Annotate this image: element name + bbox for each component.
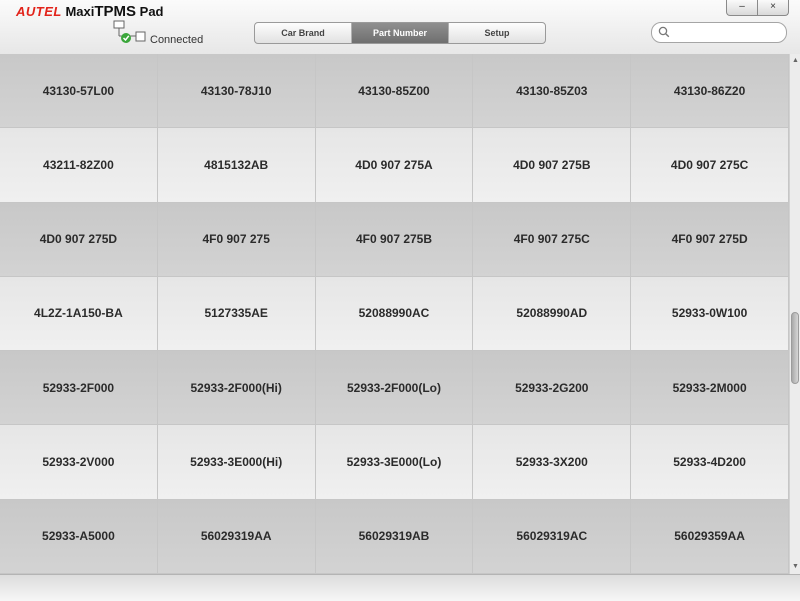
part-cell[interactable]: 52933-2F000(Lo) bbox=[315, 351, 474, 426]
product-bold: TPMS bbox=[94, 3, 137, 20]
part-cell[interactable]: 4F0 907 275B bbox=[315, 202, 474, 277]
minimize-button[interactable]: – bbox=[726, 0, 758, 16]
tab-setup[interactable]: Setup bbox=[449, 23, 545, 43]
part-cell[interactable]: 43130-57L00 bbox=[0, 54, 158, 129]
part-cell[interactable]: 52933-3E000(Lo) bbox=[315, 425, 474, 500]
part-cell[interactable]: 43211-82Z00 bbox=[0, 128, 158, 203]
part-cell[interactable]: 43130-85Z00 bbox=[315, 54, 474, 129]
part-cell[interactable]: 4D0 907 275B bbox=[473, 128, 632, 203]
part-cell[interactable]: 4D0 907 275A bbox=[315, 128, 474, 203]
part-cell[interactable]: 52933-4D200 bbox=[631, 425, 789, 500]
part-cell[interactable]: 4815132AB bbox=[157, 128, 316, 203]
part-cell[interactable]: 52933-3X200 bbox=[473, 425, 632, 500]
connection-label: Connected bbox=[150, 34, 204, 46]
app-logo: AUTEL MaxiTPMS Pad bbox=[16, 3, 164, 20]
scroll-up-icon[interactable]: ▲ bbox=[791, 56, 800, 66]
part-cell[interactable]: 4F0 907 275D bbox=[631, 202, 789, 277]
window-controls: – × bbox=[726, 0, 789, 16]
scroll-down-icon[interactable]: ▼ bbox=[791, 562, 800, 572]
part-cell[interactable]: 52933-0W100 bbox=[631, 276, 789, 352]
part-cell[interactable]: 56029319AB bbox=[315, 499, 474, 574]
brand-name: AUTEL bbox=[16, 4, 62, 19]
product-suffix: Pad bbox=[136, 4, 164, 19]
tab-part-number[interactable]: Part Number bbox=[352, 23, 449, 43]
part-cell[interactable]: 43130-86Z20 bbox=[631, 54, 789, 129]
part-cell[interactable]: 4F0 907 275 bbox=[157, 202, 316, 277]
vertical-scrollbar[interactable]: ▲ ▼ bbox=[789, 54, 800, 574]
part-cell[interactable]: 52933-2M000 bbox=[631, 351, 789, 426]
search-box[interactable] bbox=[651, 22, 787, 43]
part-cell[interactable]: 56029319AA bbox=[157, 499, 316, 574]
part-cell[interactable]: 52933-2F000(Hi) bbox=[157, 351, 316, 426]
part-cell[interactable]: 52933-2F000 bbox=[0, 351, 158, 426]
part-cell[interactable]: 52088990AD bbox=[473, 276, 632, 352]
bottom-bar bbox=[0, 574, 800, 601]
part-cell[interactable]: 43130-85Z03 bbox=[473, 54, 632, 129]
part-cell[interactable]: 4L2Z-1A150-BA bbox=[0, 276, 158, 352]
part-cell[interactable]: 52088990AC bbox=[315, 276, 474, 352]
search-icon bbox=[658, 26, 670, 38]
part-number-grid: 43130-57L00 43130-78J10 43130-85Z00 4313… bbox=[0, 54, 789, 574]
scrollbar-thumb[interactable] bbox=[791, 312, 799, 384]
part-cell[interactable]: 4D0 907 275C bbox=[631, 128, 789, 203]
part-cell[interactable]: 52933-A5000 bbox=[0, 499, 158, 574]
part-cell[interactable]: 5127335AE bbox=[157, 276, 316, 352]
part-cell[interactable]: 56029359AA bbox=[631, 499, 789, 574]
tab-bar: Car Brand Part Number Setup bbox=[254, 22, 546, 44]
part-cell[interactable]: 56029319AC bbox=[473, 499, 632, 574]
tab-car-brand[interactable]: Car Brand bbox=[255, 23, 352, 43]
part-cell[interactable]: 4F0 907 275C bbox=[473, 202, 632, 277]
close-button[interactable]: × bbox=[758, 0, 789, 16]
product-prefix: Maxi bbox=[65, 4, 95, 19]
search-input[interactable] bbox=[674, 25, 782, 41]
part-cell[interactable]: 52933-3E000(Hi) bbox=[157, 425, 316, 500]
part-cell[interactable]: 4D0 907 275D bbox=[0, 202, 158, 277]
product-name: MaxiTPMS Pad bbox=[65, 3, 164, 20]
title-bar: AUTEL MaxiTPMS Pad Connected Car Brand P… bbox=[0, 0, 800, 55]
part-cell[interactable]: 52933-2V000 bbox=[0, 425, 158, 500]
network-connected-icon bbox=[113, 20, 146, 43]
part-cell[interactable]: 52933-2G200 bbox=[473, 351, 632, 426]
part-cell[interactable]: 43130-78J10 bbox=[157, 54, 316, 129]
